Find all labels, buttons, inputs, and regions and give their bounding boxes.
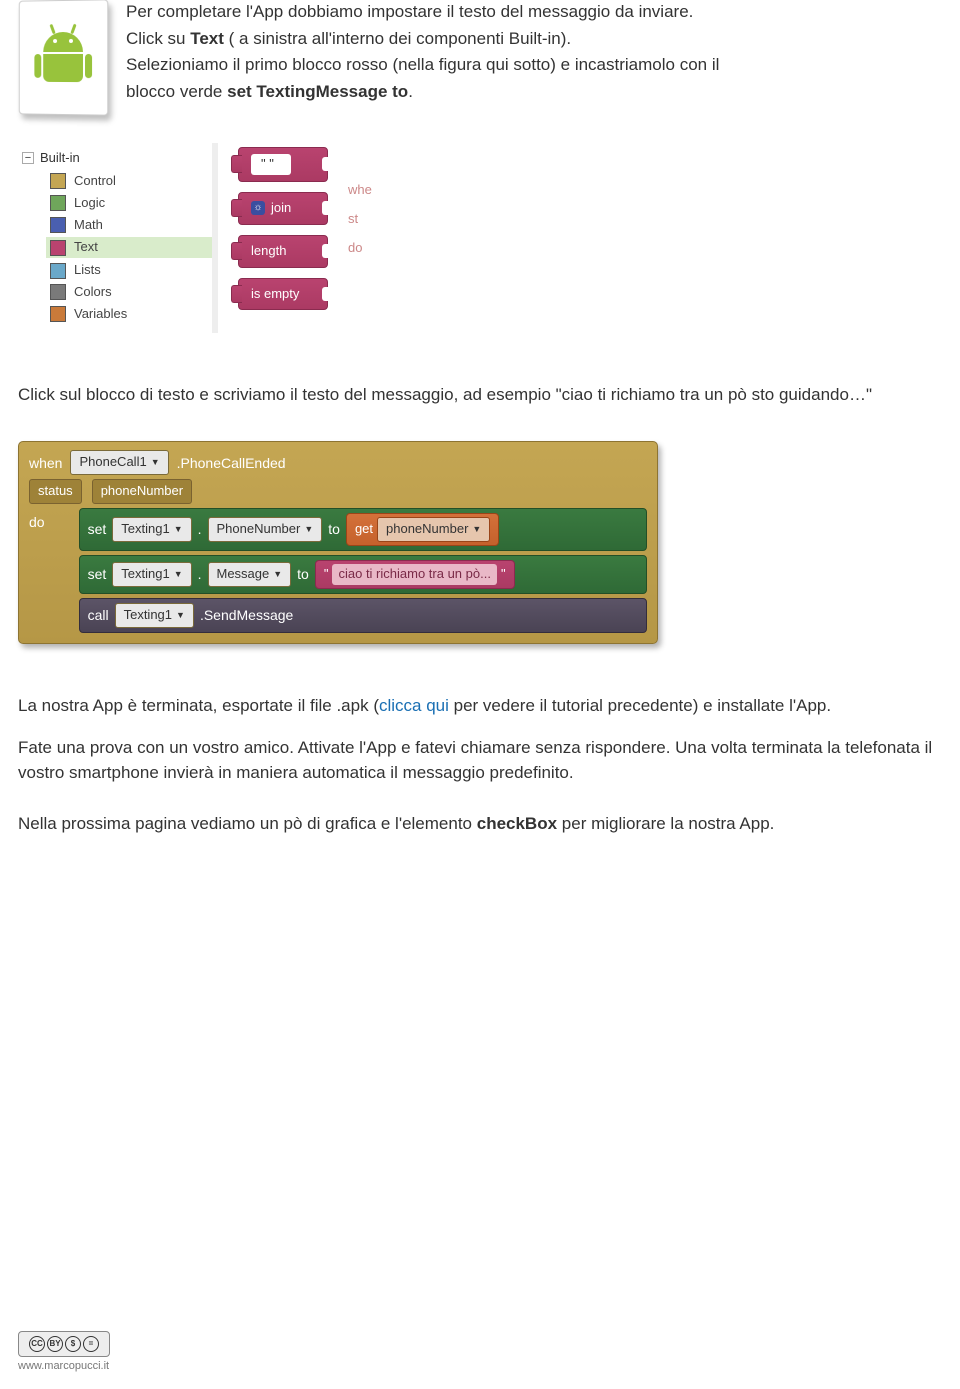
para3-b: per vedere il tutorial precedente) e ins…	[449, 696, 831, 715]
builtins-item-colors[interactable]: Colors	[50, 283, 212, 302]
phonecall-dropdown[interactable]: PhoneCall1▼	[70, 450, 168, 475]
builtins-header[interactable]: − Built-in	[22, 149, 212, 168]
event-name: .PhoneCallEnded	[177, 453, 286, 473]
intro-line-1: Per completare l'App dobbiamo impostare …	[126, 2, 693, 21]
intro-text-bold: Text	[190, 29, 224, 48]
prop-message-dd[interactable]: Message▼	[208, 562, 292, 587]
paragraph-3: La nostra App è terminata, esportate il …	[18, 694, 942, 719]
swatch-icon	[50, 284, 66, 300]
message-text-block[interactable]: "ciao ti richiamo tra un pò..."	[315, 560, 515, 589]
to-label-1: to	[328, 519, 340, 539]
cc-license-badge: CC BY $ =	[18, 1331, 110, 1357]
android-icon-card	[19, 0, 109, 116]
message-text-field[interactable]: ciao ti richiamo tra un pò...	[332, 564, 496, 585]
builtins-panel: − Built-in Control Logic Math Text Lists Colo…	[18, 143, 218, 333]
builtins-item-control[interactable]: Control	[50, 172, 212, 191]
sendmessage-label: .SendMessage	[200, 605, 293, 625]
builtins-item-label: Colors	[74, 283, 112, 302]
intro-line-2a: Click su	[126, 29, 190, 48]
set-label-2: set	[88, 564, 107, 584]
do-label: do	[29, 512, 45, 629]
faint-st: st	[348, 210, 372, 229]
footer-site: www.marcopucci.it	[18, 1359, 110, 1375]
chevron-down-icon: ▼	[151, 456, 160, 469]
builtins-item-label: Math	[74, 216, 103, 235]
by-icon: BY	[47, 1336, 63, 1352]
builtins-item-label: Control	[74, 172, 116, 191]
block-join[interactable]: ☼ join	[238, 192, 328, 225]
get-var-dd[interactable]: phoneNumber▼	[377, 517, 490, 542]
para5-a: Nella prossima pagina vediamo un pò di g…	[18, 814, 477, 833]
set-phonenumber-row[interactable]: set Texting1▼ . PhoneNumber▼ to get phon…	[79, 508, 647, 551]
to-label-2: to	[297, 564, 309, 584]
texting-dd-3[interactable]: Texting1▼	[115, 603, 194, 628]
faint-do: do	[348, 239, 372, 258]
builtins-item-logic[interactable]: Logic	[50, 194, 212, 213]
block-isempty-label: is empty	[251, 286, 299, 301]
builtins-item-math[interactable]: Math	[50, 216, 212, 235]
clicca-qui-link[interactable]: clicca qui	[379, 696, 449, 715]
phonenumber-param[interactable]: phoneNumber	[92, 479, 192, 504]
builtins-item-label: Logic	[74, 194, 105, 213]
when-phonecall-block[interactable]: when PhoneCall1▼ .PhoneCallEnded status …	[18, 441, 658, 643]
call-label: call	[88, 605, 109, 625]
paragraph-2: Click sul blocco di testo e scriviamo il…	[18, 383, 942, 408]
when-label: when	[29, 453, 62, 473]
block-length-label: length	[251, 243, 286, 258]
page-footer: CC BY $ = www.marcopucci.it	[18, 1331, 110, 1375]
swatch-icon	[50, 173, 66, 189]
builtins-figure: − Built-in Control Logic Math Text Lists Colo…	[18, 143, 942, 333]
intro-set-bold: set TextingMessage to	[227, 82, 408, 101]
text-blocks-column: " " ☼ join length is empty	[238, 143, 328, 333]
block-is-empty[interactable]: is empty	[238, 278, 328, 311]
swatch-icon	[50, 217, 66, 233]
status-param[interactable]: status	[29, 479, 82, 504]
builtins-item-variables[interactable]: Variables	[50, 305, 212, 324]
texting-dd-2[interactable]: Texting1▼	[112, 562, 191, 587]
paragraph-5: Nella prossima pagina vediamo un pò di g…	[18, 812, 942, 837]
builtins-item-label: Text	[74, 238, 98, 257]
para5-c: per migliorare la nostra App.	[557, 814, 774, 833]
intro-line-2c: ( a sinistra all'interno dei componenti …	[224, 29, 571, 48]
block-join-label: join	[271, 199, 291, 218]
swatch-icon	[50, 263, 66, 279]
android-icon	[40, 31, 86, 83]
intro-line-3: Selezioniamo il primo blocco rosso (nell…	[126, 55, 719, 74]
dot-1: .	[198, 519, 202, 539]
intro-text: Per completare l'App dobbiamo impostare …	[126, 0, 719, 115]
intro-line-4c: .	[408, 82, 413, 101]
para3-a: La nostra App è terminata, esportate il …	[18, 696, 379, 715]
faint-hint-column: whe st do	[348, 143, 372, 333]
set-label-1: set	[88, 519, 107, 539]
checkbox-bold: checkBox	[477, 814, 557, 833]
swatch-icon	[50, 195, 66, 211]
nd-icon: =	[83, 1336, 99, 1352]
swatch-icon	[50, 306, 66, 322]
gear-icon[interactable]: ☼	[251, 201, 265, 215]
builtins-item-lists[interactable]: Lists	[50, 261, 212, 280]
builtins-item-label: Variables	[74, 305, 127, 324]
block-length[interactable]: length	[238, 235, 328, 268]
collapse-icon[interactable]: −	[22, 152, 34, 164]
paragraph-4: Fate una prova con un vostro amico. Atti…	[18, 736, 942, 785]
call-sendmessage-row[interactable]: call Texting1▼ .SendMessage	[79, 598, 647, 633]
swatch-icon	[50, 240, 66, 256]
text-literal-field[interactable]: " "	[251, 154, 291, 175]
texting-dd-1[interactable]: Texting1▼	[112, 517, 191, 542]
builtins-item-text[interactable]: Text	[46, 237, 212, 258]
get-phonenumber-block[interactable]: get phoneNumber▼	[346, 513, 499, 546]
cc-icon: CC	[29, 1336, 45, 1352]
set-message-row[interactable]: set Texting1▼ . Message▼ to "ciao ti ric…	[79, 555, 647, 594]
nc-icon: $	[65, 1336, 81, 1352]
intro-line-4a: blocco verde	[126, 82, 227, 101]
dot-2: .	[198, 564, 202, 584]
block-text-literal[interactable]: " "	[238, 147, 328, 182]
prop-phonenumber-dd[interactable]: PhoneNumber▼	[208, 517, 323, 542]
builtins-header-label: Built-in	[40, 149, 80, 168]
event-block-figure: when PhoneCall1▼ .PhoneCallEnded status …	[18, 441, 658, 643]
faint-when: whe	[348, 181, 372, 200]
builtins-item-label: Lists	[74, 261, 101, 280]
